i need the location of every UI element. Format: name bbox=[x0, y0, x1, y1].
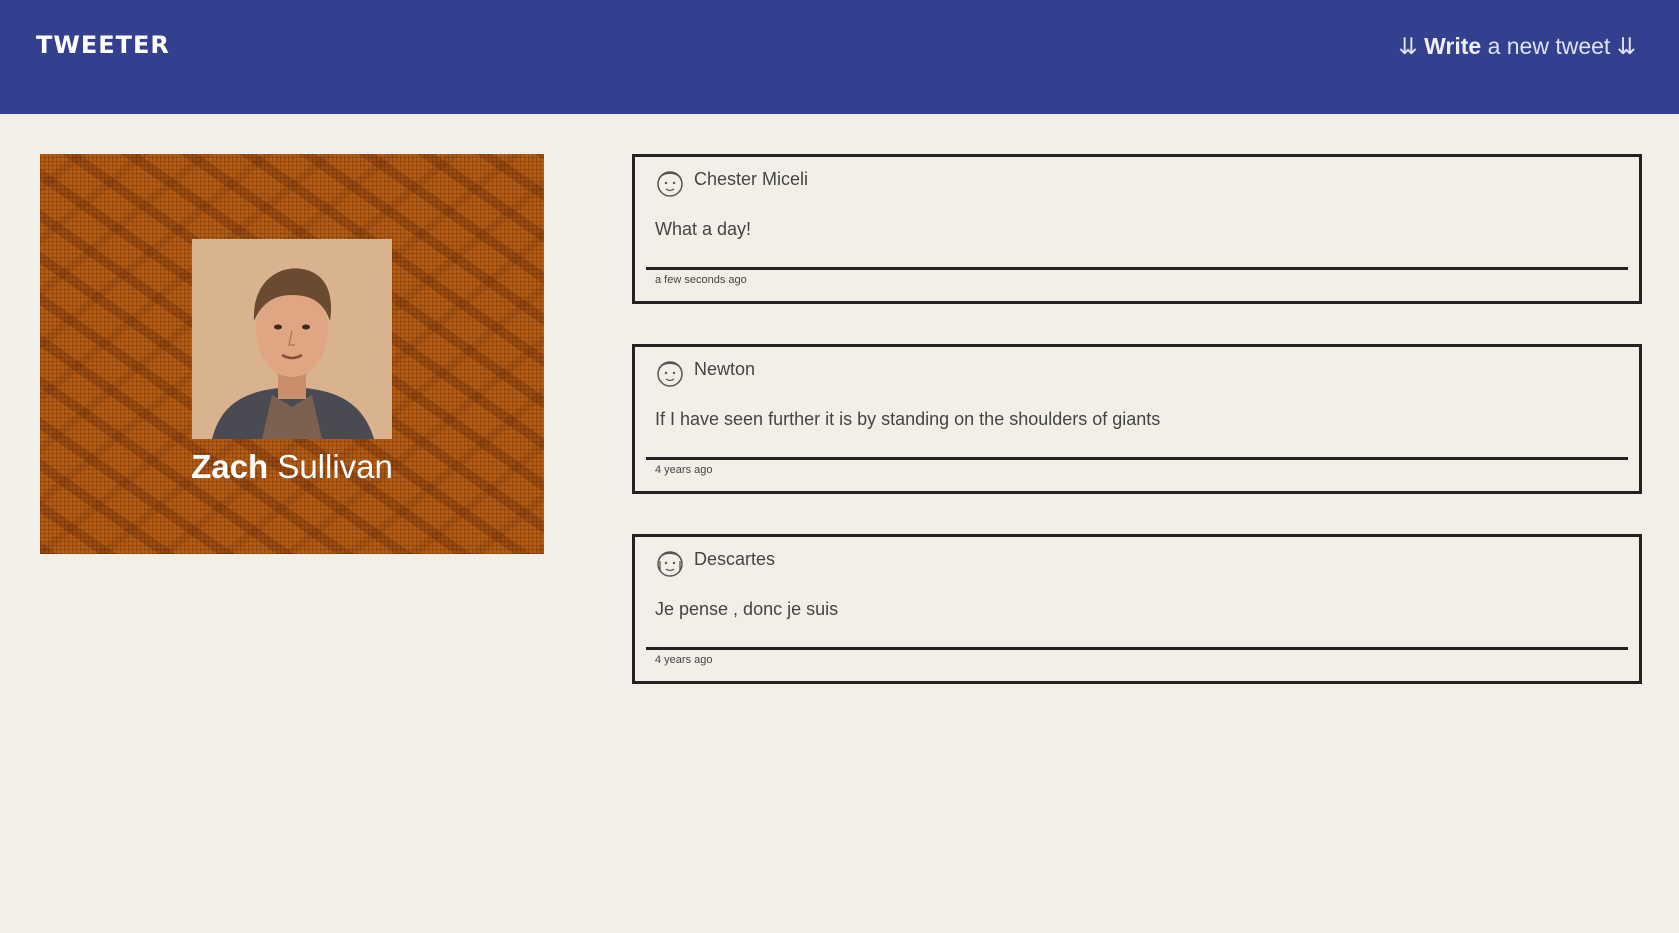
tweet-content: If I have seen further it is by standing… bbox=[655, 409, 1161, 429]
face-icon bbox=[657, 171, 683, 197]
tweet-timestamp: 4 years ago bbox=[655, 654, 713, 666]
compose-bold-word: Write bbox=[1424, 33, 1482, 59]
profile-photo-illustration bbox=[192, 239, 392, 439]
profile-last-name: Sullivan bbox=[277, 448, 393, 485]
tweet-card: Descartes Je pense , donc je suis 4 year… bbox=[632, 534, 1642, 684]
profile-avatar bbox=[192, 239, 392, 439]
tweet-card: Newton If I have seen further it is by s… bbox=[632, 344, 1642, 494]
tweet-content: Je pense , donc je suis bbox=[655, 599, 839, 619]
tweet-timestamp: 4 years ago bbox=[655, 464, 713, 476]
tweet-author: Chester Miceli bbox=[694, 169, 809, 189]
write-new-tweet-toggle[interactable]: ⇊ Write a new tweet ⇊ bbox=[1398, 33, 1636, 60]
tweet-divider bbox=[646, 267, 1628, 270]
tweet-author: Newton bbox=[694, 359, 756, 379]
top-nav: TWEETER ⇊ Write a new tweet ⇊ bbox=[0, 0, 1679, 114]
face-icon bbox=[657, 551, 683, 577]
app-logo[interactable]: TWEETER bbox=[36, 31, 170, 59]
profile-card: Zach Sullivan bbox=[40, 154, 544, 554]
tweet-divider bbox=[646, 457, 1628, 460]
tweet-card: Chester Miceli What a day! a few seconds… bbox=[632, 154, 1642, 304]
tweet-timestamp: a few seconds ago bbox=[655, 274, 747, 286]
tweet-content: What a day! bbox=[655, 219, 752, 239]
double-down-arrow-icon: ⇊ bbox=[1616, 33, 1636, 59]
tweet-divider bbox=[646, 647, 1628, 650]
face-icon bbox=[657, 361, 683, 387]
profile-first-name: Zach bbox=[191, 448, 269, 485]
profile-name: Zach Sullivan bbox=[40, 448, 544, 486]
compose-label: a new tweet bbox=[1481, 33, 1617, 59]
tweet-author: Descartes bbox=[694, 549, 776, 569]
double-down-arrow-icon: ⇊ bbox=[1398, 33, 1418, 59]
